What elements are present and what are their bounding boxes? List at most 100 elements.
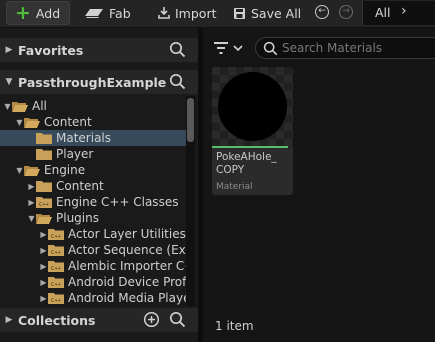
svg-text:C++: C++ <box>51 298 62 304</box>
caret-down-icon[interactable]: ▼ <box>3 102 12 111</box>
plus-icon: + <box>15 1 31 24</box>
save-all-button[interactable]: Save All <box>233 1 301 25</box>
add-button[interactable]: + Add <box>6 1 70 25</box>
save-icon <box>234 7 245 19</box>
fab-button[interactable]: Fab <box>84 1 131 25</box>
caret-right-icon[interactable]: ▶ <box>27 198 36 207</box>
search-icon <box>263 41 278 56</box>
folder-open-icon <box>24 165 40 176</box>
path-breadcrumb: All › <box>362 1 435 25</box>
caret-down-icon: ▼ <box>5 77 13 87</box>
fab-icon <box>85 9 103 18</box>
project-title: PassthroughExample <box>18 74 167 90</box>
code-folder-icon: C++ <box>48 260 64 272</box>
item-count: 1 item <box>215 319 254 333</box>
code-folder-icon: C++ <box>36 196 52 208</box>
code-folder-icon: C++ <box>48 276 64 288</box>
add-collection-icon[interactable] <box>143 311 160 328</box>
chevron-right-icon[interactable]: › <box>401 3 407 19</box>
asset-tile[interactable]: PokeAHole_ COPY Material <box>212 67 293 195</box>
asset-type-color-bar <box>212 146 288 148</box>
folder-icon <box>36 180 52 192</box>
sources-panel: ▶ Favorites ▼ PassthroughExample ▼ All ▼ Co… <box>0 28 198 342</box>
search-input[interactable] <box>282 40 432 56</box>
tree-item-label: Materials <box>56 131 112 145</box>
history-forward-button[interactable]: → <box>339 5 353 19</box>
import-button[interactable]: Import <box>157 1 217 25</box>
asset-type: Material <box>216 182 253 192</box>
tree-item-label: Player <box>56 147 94 161</box>
caret-down-icon[interactable]: ▼ <box>15 166 24 175</box>
tree-item-label: Content <box>56 179 104 193</box>
asset-name: PokeAHole_ COPY <box>216 151 277 176</box>
tree-item-label: Alembic Importer C++ <box>68 259 186 273</box>
svg-text:C++: C++ <box>51 234 62 240</box>
caret-down-icon[interactable]: ▼ <box>27 214 36 223</box>
code-folder-icon: C++ <box>48 228 64 240</box>
import-icon <box>158 7 170 19</box>
tree-scrollbar[interactable] <box>186 96 195 306</box>
folder-open-icon <box>12 101 28 112</box>
caret-right-icon[interactable]: ▶ <box>39 294 48 303</box>
tree-item[interactable]: ▼ All <box>0 98 186 114</box>
favorites-header[interactable]: ▶ Favorites <box>0 38 198 62</box>
arrow-right-icon: → <box>342 6 350 16</box>
history-back-button[interactable]: ← <box>315 5 329 19</box>
tree-item-label: Android Media Player <box>68 291 186 305</box>
svg-text:C++: C++ <box>51 282 62 288</box>
folder-tree: ▼ All ▼ Content Materials Player ▼ Engine ▶ Conte… <box>0 98 186 306</box>
search-icon[interactable] <box>169 41 186 58</box>
folder-icon <box>36 132 52 144</box>
collections-title: Collections <box>18 312 96 328</box>
caret-down-icon[interactable]: ▼ <box>15 118 24 127</box>
scrollbar-thumb[interactable] <box>187 98 194 142</box>
caret-right-icon[interactable]: ▶ <box>39 246 48 255</box>
tree-item[interactable]: ▶C++ Actor Sequence (Expe <box>0 242 186 258</box>
search-icon[interactable] <box>169 73 186 90</box>
tree-item-label: Android Device Profil <box>68 275 186 289</box>
caret-right-icon[interactable]: ▶ <box>27 182 36 191</box>
tree-item-label: Actor Layer Utilities C <box>68 227 186 241</box>
tree-item-label: Actor Sequence (Expe <box>68 243 186 257</box>
tree-item-label: Plugins <box>56 211 99 225</box>
arrow-left-icon: ← <box>318 6 326 16</box>
fab-button-label: Fab <box>109 5 131 21</box>
svg-text:C++: C++ <box>39 202 50 208</box>
collections-header[interactable]: ▶ Collections <box>0 308 198 332</box>
folder-open-icon <box>24 117 40 128</box>
tree-item[interactable]: ▶ C++ Android Media Player <box>0 290 186 306</box>
caret-right-icon[interactable]: ▶ <box>39 262 48 271</box>
caret-right-icon: ▶ <box>5 315 13 325</box>
filter-button[interactable] <box>213 38 247 58</box>
breadcrumb-all[interactable]: All <box>375 5 391 20</box>
tree-item[interactable]: ▶ C++ Android Device Profil <box>0 274 186 290</box>
tree-item[interactable]: Materials <box>0 130 186 146</box>
caret-right-icon[interactable]: ▶ <box>39 230 48 239</box>
search-icon[interactable] <box>169 311 186 328</box>
caret-right-icon: ▶ <box>5 45 13 55</box>
tree-item[interactable]: ▼ Plugins <box>0 210 186 226</box>
import-button-label: Import <box>175 5 217 21</box>
tree-item[interactable]: ▶ C++ Engine C++ Classes <box>0 194 186 210</box>
tree-item-label: All <box>32 99 47 113</box>
tree-item[interactable]: ▶ Content <box>0 178 186 194</box>
tree-item-label: Engine <box>44 163 86 177</box>
project-header[interactable]: ▼ PassthroughExample <box>0 70 198 94</box>
asset-search <box>255 37 435 59</box>
add-button-label: Add <box>35 5 61 21</box>
tree-item[interactable]: ▶ C++ Actor Layer Utilities C <box>0 226 186 242</box>
tree-item[interactable]: Player <box>0 146 186 162</box>
code-folder-icon: C++ <box>48 244 64 256</box>
tree-item[interactable]: ▼ Content <box>0 114 186 130</box>
tree-item[interactable]: ▼ Engine <box>0 162 186 178</box>
svg-text:C++: C++ <box>51 266 62 272</box>
tree-item[interactable]: ▶C++ Alembic Importer C++ <box>0 258 186 274</box>
caret-right-icon[interactable]: ▶ <box>39 278 48 287</box>
asset-thumbnail <box>212 67 293 148</box>
content-browser-toolbar: + Add Fab Import Save All ← → All › <box>0 0 435 28</box>
chevron-down-icon <box>233 45 243 52</box>
favorites-title: Favorites <box>18 42 84 58</box>
save-all-button-label: Save All <box>251 5 302 21</box>
folder-open-icon <box>36 213 52 224</box>
filter-icon <box>214 42 228 54</box>
